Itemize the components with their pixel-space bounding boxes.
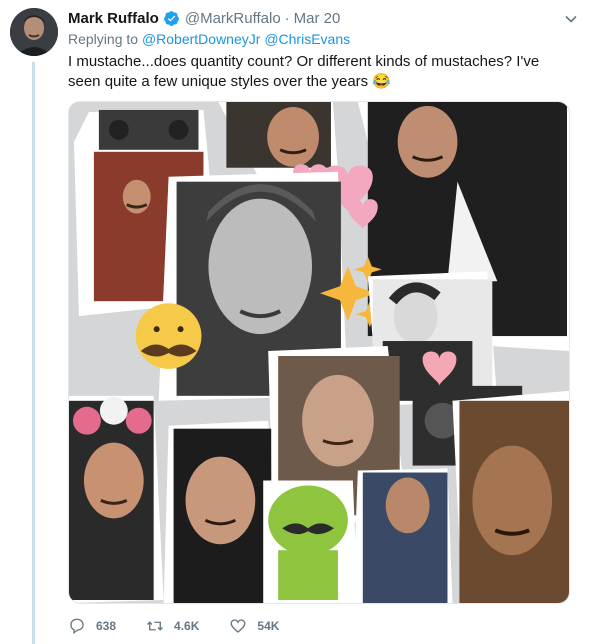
replying-label: Replying to <box>68 31 139 47</box>
retweet-button[interactable]: 4.6K <box>146 617 199 635</box>
retweet-count: 4.6K <box>174 619 200 633</box>
reply-icon <box>70 618 84 635</box>
mention-link[interactable]: @ChrisEvans <box>264 31 350 47</box>
tweet-media-image[interactable] <box>68 101 570 604</box>
author-name[interactable]: Mark Ruffalo <box>68 10 159 27</box>
verified-badge-icon <box>163 10 179 26</box>
thread-line <box>32 62 35 644</box>
like-button[interactable]: 54K <box>229 617 279 635</box>
reply-button[interactable]: 638 <box>68 617 116 635</box>
tweet-header: Mark Ruffalo @MarkRuffalo · Mar 20 <box>68 8 578 28</box>
reply-count: 638 <box>96 619 117 633</box>
avatar[interactable] <box>10 8 58 56</box>
separator-dot: · <box>284 9 290 27</box>
tweet-actions: 638 4.6K 54K <box>68 617 309 635</box>
retweet-icon <box>147 621 164 631</box>
replying-to: Replying to @RobertDowneyJr @ChrisEvans <box>68 31 350 47</box>
chevron-down-icon[interactable] <box>564 12 578 26</box>
mention-link[interactable]: @RobertDowneyJr <box>142 31 260 47</box>
tweet-timestamp[interactable]: Mar 20 <box>294 10 341 27</box>
like-count: 54K <box>257 619 280 633</box>
tweet-text: I mustache...does quantity count? Or dif… <box>68 53 540 90</box>
mustache-collage-image <box>69 102 569 603</box>
heart-icon <box>230 619 246 633</box>
author-handle[interactable]: @MarkRuffalo <box>185 10 281 27</box>
